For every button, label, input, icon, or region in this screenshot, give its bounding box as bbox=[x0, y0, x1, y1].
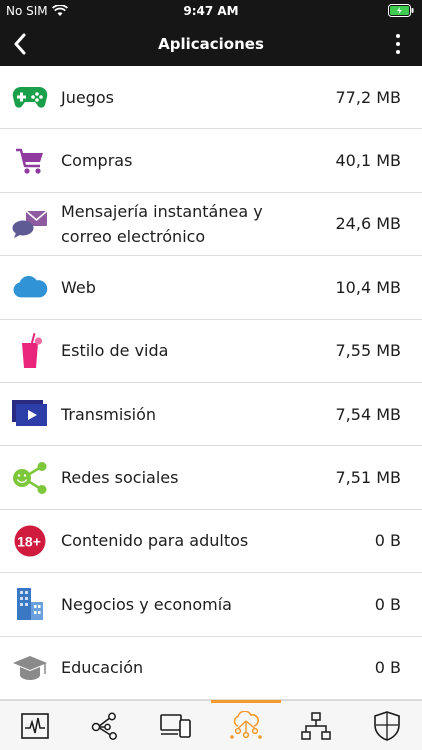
messaging-icon bbox=[12, 206, 48, 242]
category-label: Juegos bbox=[61, 87, 114, 107]
bottom-tab-bar bbox=[0, 700, 422, 750]
activity-icon bbox=[21, 713, 49, 739]
category-label: Compras bbox=[61, 151, 133, 171]
category-size: 7,55 MB bbox=[335, 341, 402, 361]
category-row-transmision[interactable]: Transmisión 7,54 MB bbox=[0, 383, 422, 447]
category-label: Estilo de vida bbox=[61, 341, 169, 361]
category-size: 7,51 MB bbox=[335, 468, 402, 488]
network-nodes-icon bbox=[92, 712, 118, 740]
tab-network[interactable] bbox=[70, 701, 140, 750]
back-button[interactable] bbox=[4, 28, 36, 60]
more-options-button[interactable] bbox=[386, 30, 410, 58]
tab-topology[interactable] bbox=[281, 701, 351, 750]
category-row-compras[interactable]: Compras 40,1 MB bbox=[0, 129, 422, 193]
category-label: Mensajería instantánea y correo electrón… bbox=[61, 201, 263, 246]
category-size: 10,4 MB bbox=[335, 277, 402, 297]
buildings-icon bbox=[12, 586, 48, 622]
svg-text:18+: 18+ bbox=[17, 533, 41, 549]
topology-icon bbox=[301, 712, 332, 740]
category-size: 0 B bbox=[374, 531, 401, 551]
social-icon bbox=[12, 460, 48, 496]
category-size: 0 B bbox=[374, 594, 401, 614]
tab-devices[interactable] bbox=[141, 701, 211, 750]
shield-icon bbox=[373, 711, 400, 741]
category-label: Redes sociales bbox=[61, 468, 179, 488]
category-size: 77,2 MB bbox=[335, 87, 402, 107]
category-row-juegos[interactable]: Juegos 77,2 MB bbox=[0, 66, 422, 130]
category-row-estilo-de-vida[interactable]: Estilo de vida 7,55 MB bbox=[0, 320, 422, 383]
tab-apps[interactable] bbox=[210, 700, 282, 750]
more-dot-icon bbox=[396, 50, 400, 54]
nav-bar: Aplicaciones bbox=[0, 22, 422, 66]
more-dot-icon bbox=[396, 42, 400, 46]
category-size: 0 B bbox=[374, 658, 401, 678]
category-label: Web bbox=[61, 277, 96, 297]
chevron-left-icon bbox=[14, 33, 26, 55]
category-row-educacion[interactable]: Educación 0 B bbox=[0, 637, 422, 700]
more-dot-icon bbox=[396, 34, 400, 38]
graduation-cap-icon bbox=[12, 650, 48, 686]
video-icon bbox=[12, 396, 48, 432]
page-title: Aplicaciones bbox=[158, 35, 264, 53]
category-row-contenido-adultos[interactable]: 18+ Contenido para adultos 0 B bbox=[0, 510, 422, 574]
tab-security[interactable] bbox=[352, 701, 422, 750]
category-row-redes-sociales[interactable]: Redes sociales 7,51 MB bbox=[0, 446, 422, 510]
shopping-cart-icon bbox=[12, 143, 48, 179]
category-label: Contenido para adultos bbox=[61, 531, 249, 551]
apps-cloud-icon bbox=[230, 711, 262, 739]
category-row-mensajeria[interactable]: Mensajería instantánea y correo electrón… bbox=[0, 193, 422, 257]
gamepad-icon bbox=[12, 79, 48, 115]
category-label: Negocios y economía bbox=[61, 594, 232, 614]
status-time: 9:47 AM bbox=[183, 4, 239, 18]
drink-icon bbox=[12, 332, 48, 369]
category-label: Transmisión bbox=[61, 404, 157, 424]
devices-icon bbox=[160, 714, 191, 738]
category-size: 40,1 MB bbox=[335, 151, 402, 171]
tab-activity[interactable] bbox=[0, 701, 70, 750]
category-row-web[interactable]: Web 10,4 MB bbox=[0, 256, 422, 320]
category-size: 7,54 MB bbox=[335, 404, 402, 424]
battery-icon bbox=[388, 4, 414, 20]
cloud-icon bbox=[12, 269, 48, 305]
top-bar: No SIM 9:47 AM Aplicaciones bbox=[0, 0, 422, 66]
category-size: 24,6 MB bbox=[335, 214, 402, 234]
status-bar: No SIM 9:47 AM bbox=[0, 0, 422, 22]
category-list: Juegos 77,2 MB Compras 40,1 MB Mensajerí… bbox=[0, 66, 422, 700]
adult-18-icon: 18+ bbox=[12, 523, 48, 559]
category-label: Educación bbox=[61, 658, 144, 678]
category-row-negocios[interactable]: Negocios y economía 0 B bbox=[0, 573, 422, 637]
